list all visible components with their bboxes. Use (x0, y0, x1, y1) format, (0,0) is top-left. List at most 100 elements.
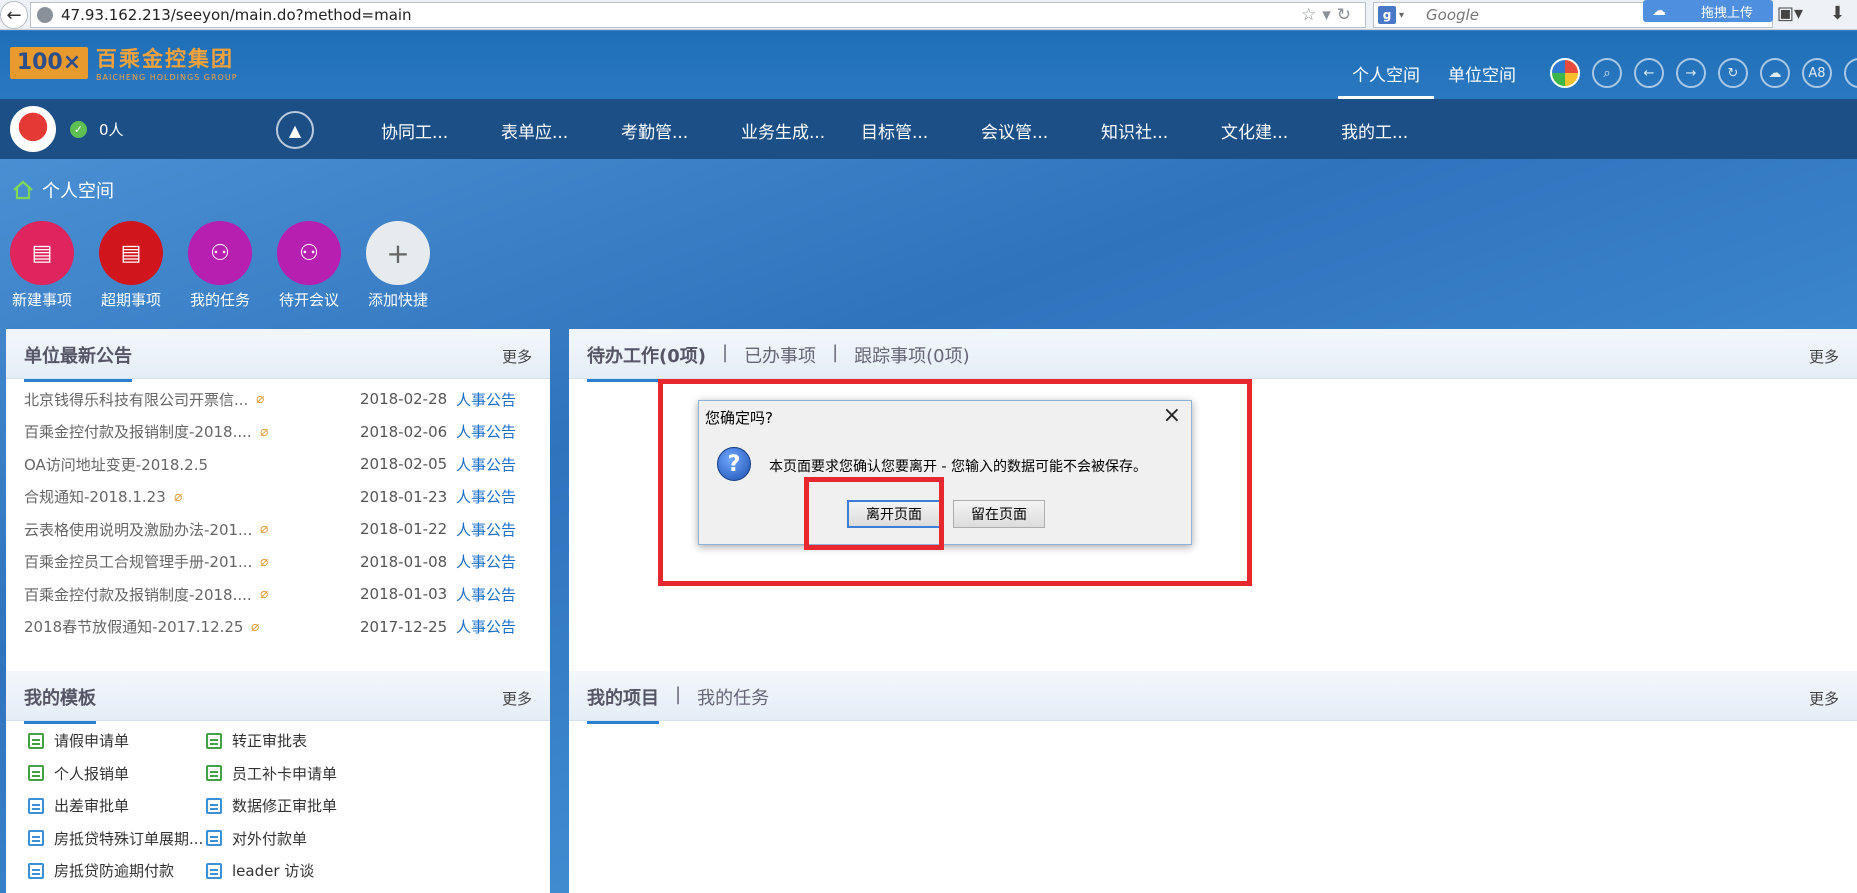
template-item[interactable]: 员工补卡申请单 (206, 763, 337, 784)
avatar[interactable] (10, 106, 56, 152)
template-item[interactable]: 数据修正审批单 (206, 795, 337, 816)
template-label[interactable]: 房抵贷特殊订单展期... (54, 828, 203, 849)
notice-row[interactable]: 百乘金控员工合规管理手册-201... 2018-01-08 人事公告 ⌀ (6, 546, 556, 578)
notice-title[interactable]: 百乘金控员工合规管理手册-201... (24, 551, 252, 572)
tab-my-projects[interactable]: 我的项目 (587, 684, 659, 724)
nav-item-form-apps[interactable]: 表单应... (501, 118, 621, 143)
notice-category[interactable]: 人事公告 (456, 616, 516, 637)
refresh-icon[interactable]: ↻ (1718, 58, 1748, 88)
template-label[interactable]: 个人报销单 (54, 763, 129, 784)
download-icon[interactable]: ⬇ (1830, 3, 1845, 24)
projects-more-link[interactable]: 更多 (1809, 688, 1839, 709)
template-item[interactable]: 转正审批表 (206, 730, 307, 751)
close-icon[interactable]: × (1163, 403, 1181, 428)
notice-row[interactable]: OA访问地址变更-2018.2.5 2018-02-05 人事公告 (6, 448, 556, 480)
search-placeholder[interactable]: Google (1426, 6, 1479, 24)
notice-title[interactable]: 北京钱得乐科技有限公司开票信... (24, 389, 248, 410)
notice-category[interactable]: 人事公告 (456, 454, 516, 475)
navigation-compass-icon[interactable]: ▲ (276, 111, 314, 149)
bookmark-star-and-reload-icons[interactable]: ☆▾↻ (1301, 5, 1357, 25)
notice-category[interactable]: 人事公告 (456, 584, 516, 605)
meeting-people-icon[interactable]: ⚇ (277, 221, 341, 285)
template-label[interactable]: 房抵贷防逾期付款 (54, 860, 174, 881)
notice-row[interactable]: 合规通知-2018.1.23 2018-01-23 人事公告 ⌀ (6, 481, 556, 513)
notice-title[interactable]: 百乘金控付款及报销制度-2018.... (24, 584, 252, 605)
forward-icon[interactable]: → (1676, 58, 1706, 88)
template-item[interactable]: 房抵贷特殊订单展期... (28, 828, 203, 849)
notice-title[interactable]: OA访问地址变更-2018.2.5 (24, 454, 208, 475)
url-text[interactable]: 47.93.162.213/seeyon/main.do?method=main (61, 6, 412, 24)
template-label[interactable]: 数据修正审批单 (232, 795, 337, 816)
shortcut-pending-meetings[interactable]: ⚇ 待开会议 (277, 221, 341, 310)
plus-icon[interactable]: + (366, 221, 430, 285)
back-arrow-icon[interactable]: ← (0, 1, 28, 29)
new-item-icon[interactable]: ▤ (10, 221, 74, 285)
nav-item-attendance[interactable]: 考勤管... (621, 118, 741, 143)
tab-todo[interactable]: 待办工作(0项) (587, 342, 706, 382)
online-count[interactable]: 0人 (99, 119, 124, 140)
a8-icon[interactable]: A8 (1802, 58, 1832, 88)
template-item[interactable]: leader 访谈 (206, 860, 314, 881)
overdue-item-icon[interactable]: ▤ (99, 221, 163, 285)
stay-page-button[interactable]: 留在页面 (953, 500, 1045, 528)
template-label[interactable]: 请假申请单 (54, 730, 129, 751)
template-label[interactable]: 对外付款单 (232, 828, 307, 849)
nav-item-meetings[interactable]: 会议管... (981, 118, 1101, 143)
notice-category[interactable]: 人事公告 (456, 486, 516, 507)
notice-title[interactable]: 百乘金控付款及报销制度-2018.... (24, 421, 252, 442)
search-engine-chevron-icon[interactable]: ▾ (1399, 10, 1404, 21)
shortcut-add[interactable]: + 添加快捷 (366, 221, 430, 310)
shortcut-overdue[interactable]: ▤ 超期事项 (99, 221, 163, 310)
template-label[interactable]: 员工补卡申请单 (232, 763, 337, 784)
template-label[interactable]: leader 访谈 (232, 860, 314, 881)
template-item[interactable]: 请假申请单 (28, 730, 129, 751)
address-bar[interactable]: 47.93.162.213/seeyon/main.do?method=main… (30, 2, 1366, 28)
browser-toolbar: ← 47.93.162.213/seeyon/main.do?method=ma… (0, 0, 1857, 30)
template-item[interactable]: 对外付款单 (206, 828, 307, 849)
notice-row[interactable]: 云表格使用说明及激励办法-201... 2018-01-22 人事公告 ⌀ (6, 513, 556, 545)
tab-unit-space[interactable]: 单位空间 (1434, 61, 1530, 99)
notice-category[interactable]: 人事公告 (456, 389, 516, 410)
search-icon[interactable]: ⌕ (1592, 58, 1622, 88)
template-label[interactable]: 出差审批单 (54, 795, 129, 816)
tab-my-tasks[interactable]: 我的任务 (697, 684, 769, 724)
search-engine-icon[interactable]: g (1378, 6, 1396, 24)
color-wheel-icon[interactable] (1550, 58, 1580, 88)
form-icon (28, 797, 44, 814)
notice-row[interactable]: 百乘金控付款及报销制度-2018.... 2018-02-06 人事公告 ⌀ (6, 416, 556, 448)
tab-personal-space[interactable]: 个人空间 (1338, 61, 1434, 99)
tab-done[interactable]: 已办事项 (744, 342, 816, 382)
tasks-people-icon[interactable]: ⚇ (188, 221, 252, 285)
notice-title[interactable]: 云表格使用说明及激励办法-201... (24, 519, 252, 540)
notice-category[interactable]: 人事公告 (456, 421, 516, 442)
notice-category[interactable]: 人事公告 (456, 551, 516, 572)
nav-item-collaboration[interactable]: 协同工... (381, 118, 501, 143)
notice-row[interactable]: 2018春节放假通知-2017.12.25 2017-12-25 人事公告 ⌀ (6, 611, 556, 643)
notice-title[interactable]: 2018春节放假通知-2017.12.25 (24, 616, 243, 637)
notices-more-link[interactable]: 更多 (502, 346, 532, 367)
templates-more-link[interactable]: 更多 (502, 688, 532, 709)
shortcut-my-tasks[interactable]: ⚇ 我的任务 (188, 221, 252, 310)
nav-item-goals[interactable]: 目标管... (861, 118, 981, 143)
nav-item-my-work[interactable]: 我的工... (1341, 118, 1461, 143)
template-item[interactable]: 房抵贷防逾期付款 (28, 860, 174, 881)
template-item[interactable]: 出差审批单 (28, 795, 129, 816)
template-label[interactable]: 转正审批表 (232, 730, 307, 751)
notice-row[interactable]: 北京钱得乐科技有限公司开票信... 2018-02-28 人事公告 ⌀ (6, 383, 556, 415)
template-item[interactable]: 个人报销单 (28, 763, 129, 784)
notice-row[interactable]: 百乘金控付款及报销制度-2018.... 2018-01-03 人事公告 ⌀ (6, 578, 556, 610)
nav-item-culture[interactable]: 文化建... (1221, 118, 1341, 143)
globe-icon (37, 7, 53, 23)
tab-tracking[interactable]: 跟踪事项(0项) (854, 342, 970, 382)
nav-item-knowledge[interactable]: 知识社... (1101, 118, 1221, 143)
drag-upload-button[interactable]: ☁ 拖拽上传 (1643, 0, 1773, 22)
cloud-icon[interactable]: ☁ (1760, 58, 1790, 88)
more-icon[interactable] (1844, 58, 1857, 88)
nav-item-business[interactable]: 业务生成... (741, 118, 861, 143)
bookmarks-icon[interactable]: ▣▾ (1777, 3, 1803, 24)
work-more-link[interactable]: 更多 (1809, 346, 1839, 367)
notice-title[interactable]: 合规通知-2018.1.23 (24, 486, 166, 507)
back-icon[interactable]: ← (1634, 58, 1664, 88)
notice-category[interactable]: 人事公告 (456, 519, 516, 540)
shortcut-new-item[interactable]: ▤ 新建事项 (10, 221, 74, 310)
